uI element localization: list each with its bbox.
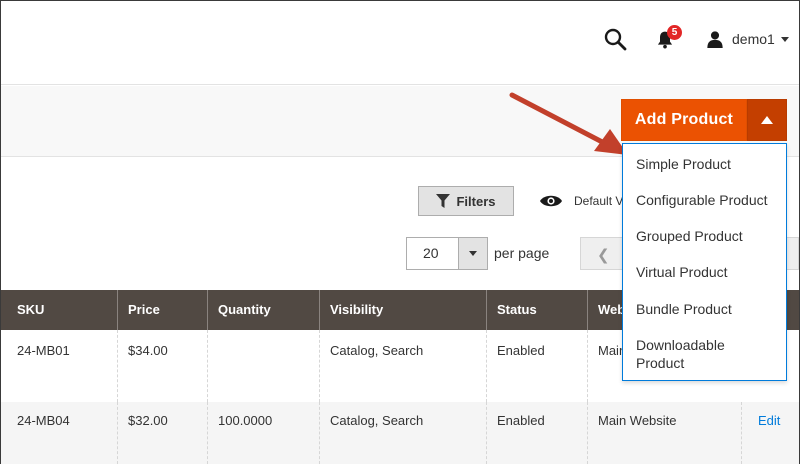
cell-sku: 24-MB04 — [17, 413, 70, 428]
cell-status: Enabled — [497, 343, 545, 358]
default-view-label[interactable]: Default V — [574, 194, 623, 208]
cell-quantity: 100.0000 — [218, 413, 273, 428]
annotation-arrow-icon — [509, 92, 628, 155]
per-page-label: per page — [494, 245, 550, 261]
per-page-value: 20 — [423, 245, 439, 261]
filters-button[interactable]: Filters — [418, 186, 514, 216]
user-icon — [707, 31, 723, 48]
cell-divider — [741, 402, 742, 464]
menu-item-grouped-product[interactable]: Grouped Product — [636, 227, 743, 245]
notifications-button[interactable]: 5 — [655, 25, 685, 53]
column-header-price[interactable]: Price — [128, 290, 160, 330]
menu-item-virtual-product[interactable]: Virtual Product — [636, 263, 728, 281]
cell-status: Enabled — [497, 413, 545, 428]
chevron-down-icon — [469, 251, 478, 256]
filter-icon — [436, 194, 451, 208]
cell-website: Main Website — [598, 413, 677, 428]
cell-price: $32.00 — [128, 413, 168, 428]
cell-divider — [587, 330, 588, 402]
add-product-menu-toggle[interactable] — [747, 99, 787, 141]
column-divider — [319, 290, 320, 330]
filters-label: Filters — [456, 193, 496, 209]
cell-divider — [207, 330, 208, 402]
cell-divider — [207, 402, 208, 464]
column-header-status[interactable]: Status — [497, 290, 537, 330]
column-header-quantity[interactable]: Quantity — [218, 290, 271, 330]
menu-item-downloadable-product[interactable]: Downloadable Product — [636, 336, 725, 372]
cell-divider — [486, 330, 487, 402]
cell-divider — [319, 402, 320, 464]
table-row[interactable]: 24-MB04 $32.00 100.0000 Catalog, Search … — [1, 402, 799, 464]
column-header-visibility[interactable]: Visibility — [330, 290, 383, 330]
add-product-button[interactable]: Add Product — [621, 99, 747, 141]
add-product-dropdown: Simple Product Configurable Product Grou… — [622, 143, 787, 381]
cell-divider — [587, 402, 588, 464]
cell-visibility: Catalog, Search — [330, 343, 424, 358]
admin-header: 5 demo1 — [1, 1, 799, 85]
chevron-up-icon — [761, 116, 773, 124]
chevron-left-icon: ❮ — [597, 247, 610, 264]
cell-sku: 24-MB01 — [17, 343, 70, 358]
cell-divider — [117, 402, 118, 464]
user-menu[interactable]: demo1 — [706, 27, 789, 51]
column-divider — [486, 290, 487, 330]
search-icon[interactable] — [603, 27, 627, 51]
eye-icon[interactable] — [539, 193, 563, 209]
cell-price: $34.00 — [128, 343, 168, 358]
cell-divider — [117, 330, 118, 402]
edit-link[interactable]: Edit — [758, 413, 780, 428]
menu-item-downloadable-line2: Product — [636, 355, 685, 371]
notification-count-badge: 5 — [667, 25, 682, 40]
cell-divider — [319, 330, 320, 402]
menu-item-downloadable-line1: Downloadable — [636, 337, 725, 353]
column-divider — [207, 290, 208, 330]
column-divider — [587, 290, 588, 330]
menu-item-simple-product[interactable]: Simple Product — [636, 155, 731, 173]
column-header-sku[interactable]: SKU — [17, 290, 44, 330]
cell-visibility: Catalog, Search — [330, 413, 424, 428]
chevron-down-icon — [780, 36, 789, 42]
username-label: demo1 — [732, 31, 775, 47]
cell-divider — [486, 402, 487, 464]
per-page-toggle[interactable] — [458, 238, 487, 269]
column-divider — [117, 290, 118, 330]
per-page-select[interactable]: 20 — [406, 237, 488, 270]
menu-item-bundle-product[interactable]: Bundle Product — [636, 300, 732, 318]
menu-item-configurable-product[interactable]: Configurable Product — [636, 191, 768, 209]
